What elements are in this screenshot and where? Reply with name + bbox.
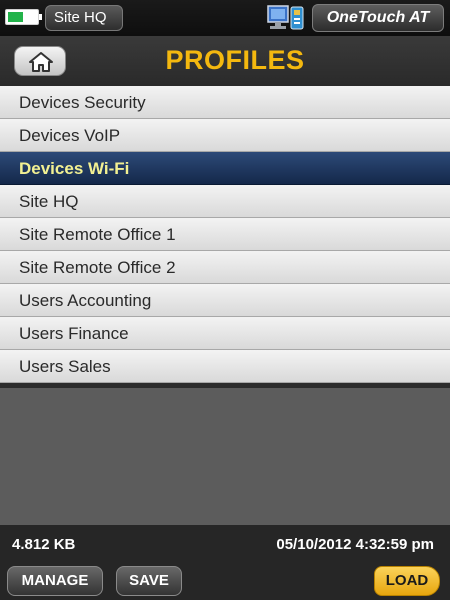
profile-list-item[interactable]: Site Remote Office 2	[0, 251, 450, 284]
save-button[interactable]: SAVE	[116, 566, 182, 596]
profile-list-item[interactable]: Users Sales	[0, 350, 450, 383]
network-monitor-icon[interactable]	[266, 4, 306, 32]
load-button[interactable]: LOAD	[374, 566, 440, 596]
battery-tip	[39, 14, 42, 20]
profile-list-item[interactable]: Users Finance	[0, 317, 450, 350]
profile-list-item[interactable]: Devices Wi-Fi	[0, 152, 450, 185]
current-profile-button[interactable]: Site HQ	[45, 5, 123, 31]
brand-button[interactable]: OneTouch AT	[312, 4, 444, 32]
timestamp: 05/10/2012 4:32:59 pm	[276, 536, 434, 553]
profile-list-item[interactable]: Site Remote Office 1	[0, 218, 450, 251]
page-title: PROFILES	[165, 45, 305, 75]
profile-list: Devices Security Devices VoIP Devices Wi-F…	[0, 86, 450, 383]
status-bar: Site HQ OneTouch AT	[0, 0, 450, 36]
battery-level	[8, 12, 23, 22]
file-size: 4.812 KB	[12, 536, 76, 553]
profile-list-item[interactable]: Site HQ	[0, 185, 450, 218]
profile-list-item[interactable]: Devices Security	[0, 86, 450, 119]
manage-button[interactable]: MANAGE	[7, 566, 103, 596]
battery-icon	[5, 9, 42, 25]
profile-list-item[interactable]: Users Accounting	[0, 284, 450, 317]
list-empty-area	[0, 388, 450, 525]
profile-list-item[interactable]: Devices VoIP	[0, 119, 450, 152]
